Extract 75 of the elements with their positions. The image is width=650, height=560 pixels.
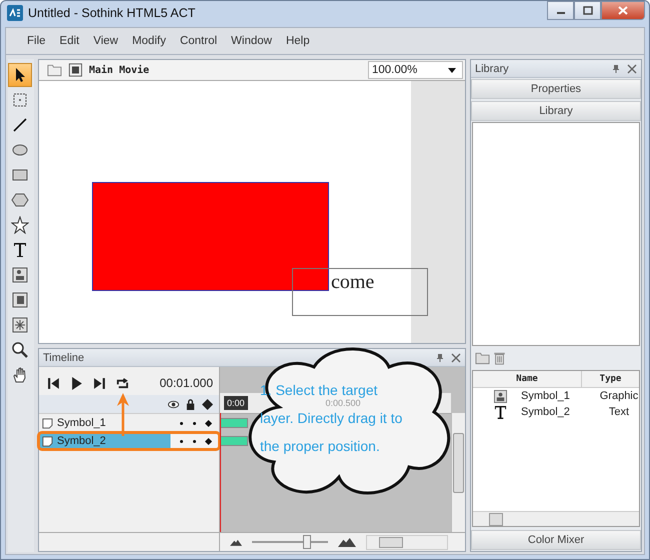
menu-item[interactable]: File: [20, 35, 53, 47]
close-icon[interactable]: [451, 352, 461, 362]
callout-text-line: layer. Directly drag it to: [260, 409, 402, 427]
skip-forward-icon[interactable]: [93, 376, 106, 390]
hexagon-icon: [11, 191, 29, 209]
tool-button[interactable]: [8, 213, 32, 237]
pin-icon[interactable]: [435, 352, 445, 362]
small-mountain-icon[interactable]: [230, 538, 242, 546]
frame-span[interactable]: [220, 418, 248, 428]
large-mountain-icon[interactable]: [338, 538, 356, 546]
menu-item[interactable]: Help: [278, 35, 317, 47]
horizontal-scrollbar[interactable]: [366, 534, 448, 550]
lock-icon[interactable]: [185, 398, 196, 410]
zoom-icon: [11, 341, 29, 359]
skip-back-icon[interactable]: [47, 376, 60, 390]
symbol-name[interactable]: Symbol_1: [521, 390, 599, 402]
eye-icon[interactable]: [168, 398, 179, 410]
menu-item[interactable]: Control: [172, 35, 224, 47]
breadcrumb[interactable]: Main Movie: [89, 64, 150, 76]
section-header[interactable]: Properties: [471, 79, 641, 99]
tool-button[interactable]: [8, 63, 32, 87]
playhead-time[interactable]: 0:00: [224, 396, 248, 410]
close-button[interactable]: [601, 1, 645, 20]
section-header[interactable]: Color Mixer: [471, 530, 641, 550]
minimize-button[interactable]: [547, 1, 574, 20]
keyframe-icon[interactable]: [202, 398, 213, 410]
text-box: come: [292, 268, 428, 316]
frame-span[interactable]: [220, 436, 248, 446]
close-icon[interactable]: [627, 64, 637, 74]
loop-icon[interactable]: [116, 376, 129, 390]
layer-row[interactable]: Symbol_1: [39, 415, 219, 431]
horizontal-scrollbar[interactable]: [473, 511, 639, 526]
symbol-icon: [11, 266, 29, 284]
column-header[interactable]: Name: [473, 371, 582, 387]
movie-icon: [68, 63, 83, 77]
layer-row[interactable]: Symbol_2: [39, 433, 219, 449]
symbol-name[interactable]: Symbol_2: [521, 406, 599, 418]
effect-icon: [11, 316, 29, 334]
window-title: Untitled - Sothink HTML5 ACT: [28, 6, 196, 20]
trash-icon[interactable]: [492, 351, 507, 365]
play-icon[interactable]: [70, 376, 83, 390]
panel-title: Library: [475, 62, 510, 74]
ruler-label: 0:00.500: [326, 398, 361, 408]
layer-icon: [42, 436, 53, 446]
pin-icon[interactable]: [611, 64, 621, 74]
maximize-icon: [582, 6, 592, 15]
app-logo-icon: [7, 5, 23, 21]
caret-icon: [448, 68, 456, 72]
symbol-type: Text: [608, 406, 630, 418]
time-readout: 00:01.000: [160, 376, 213, 390]
text-symbol-icon: [494, 406, 507, 418]
text-icon: [11, 241, 29, 259]
menu-item[interactable]: Window: [224, 35, 279, 47]
folder-icon[interactable]: [47, 63, 62, 77]
line-icon: [11, 116, 29, 134]
menu-item[interactable]: Edit: [52, 35, 86, 47]
vertical-scrollbar[interactable]: [451, 413, 465, 532]
menu-item[interactable]: Modify: [125, 35, 173, 47]
frame-icon: [11, 291, 29, 309]
close-icon: [618, 6, 628, 15]
layer-icon: [42, 418, 53, 428]
symbol-type: Graphic: [599, 390, 639, 402]
graphic-symbol-icon: [494, 390, 507, 402]
star-icon: [11, 216, 29, 234]
slider-thumb[interactable]: [302, 535, 311, 549]
zoom-dropdown[interactable]: 100.00%: [368, 61, 463, 79]
column-header[interactable]: Type: [582, 371, 639, 387]
callout-text-line: the proper position.: [260, 437, 380, 455]
section-header[interactable]: Library: [471, 101, 641, 121]
transform-icon: [11, 91, 29, 109]
folder-icon[interactable]: [475, 351, 490, 365]
maximize-button[interactable]: [574, 1, 601, 20]
panel-title: Timeline: [43, 352, 86, 364]
drag-arrow: [116, 392, 130, 436]
menu-item[interactable]: View: [86, 35, 126, 47]
